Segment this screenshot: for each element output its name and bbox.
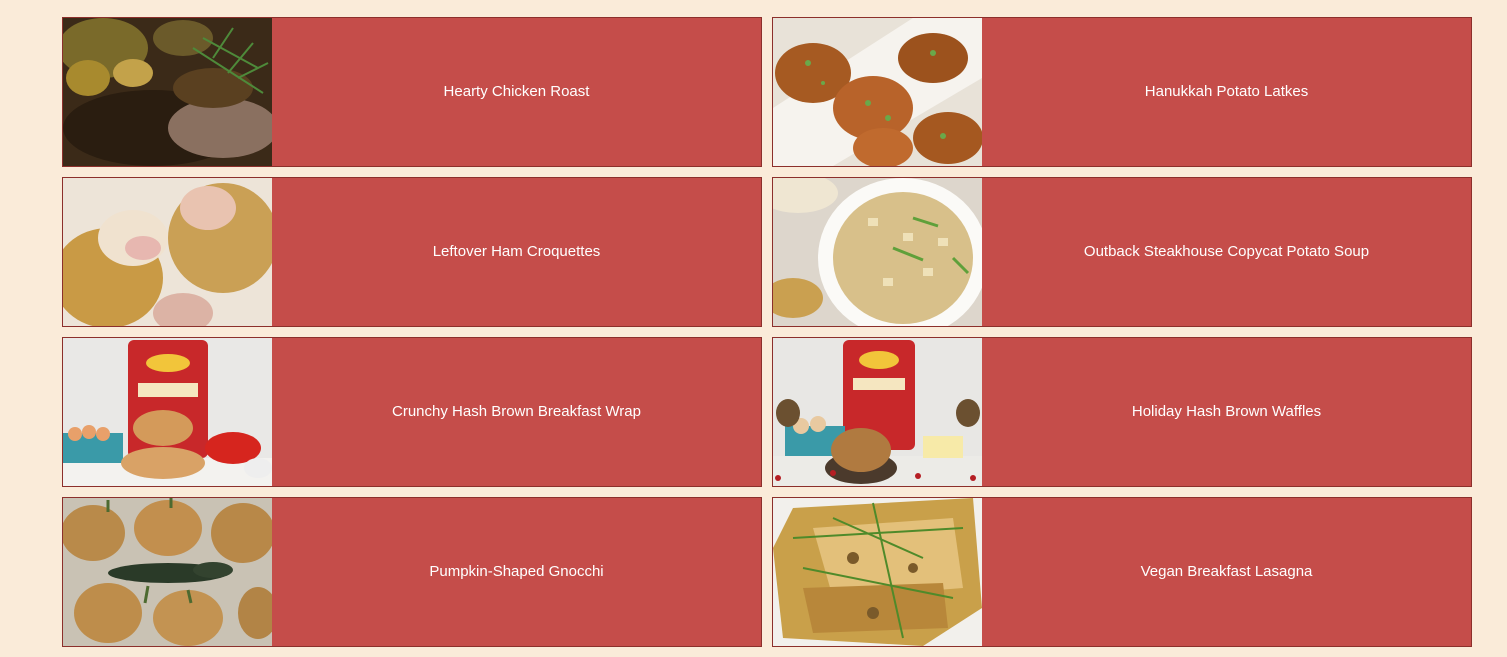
recipe-card-outback-potato-soup[interactable]: Outback Steakhouse Copycat Potato Soup (772, 177, 1472, 327)
recipe-title[interactable]: Outback Steakhouse Copycat Potato Soup (982, 178, 1471, 326)
recipe-grid: Hearty Chicken Roast Hanukkah Potato Lat… (62, 17, 1472, 647)
recipe-thumbnail[interactable] (773, 498, 982, 646)
recipe-title[interactable]: Hearty Chicken Roast (272, 18, 761, 166)
recipe-card-pumpkin-shaped-gnocchi[interactable]: Pumpkin-Shaped Gnocchi (62, 497, 762, 647)
recipe-card-vegan-breakfast-lasagna[interactable]: Vegan Breakfast Lasagna (772, 497, 1472, 647)
recipe-title[interactable]: Vegan Breakfast Lasagna (982, 498, 1471, 646)
recipe-title[interactable]: Crunchy Hash Brown Breakfast Wrap (272, 338, 761, 486)
recipe-thumbnail[interactable] (773, 338, 982, 486)
recipe-thumbnail[interactable] (63, 338, 272, 486)
recipe-title[interactable]: Leftover Ham Croquettes (272, 178, 761, 326)
recipe-card-leftover-ham-croquettes[interactable]: Leftover Ham Croquettes (62, 177, 762, 327)
recipe-card-hearty-chicken-roast[interactable]: Hearty Chicken Roast (62, 17, 762, 167)
recipe-thumbnail[interactable] (773, 18, 982, 166)
recipe-card-hash-brown-breakfast-wrap[interactable]: Crunchy Hash Brown Breakfast Wrap (62, 337, 762, 487)
recipe-thumbnail[interactable] (63, 18, 272, 166)
recipe-title[interactable]: Holiday Hash Brown Waffles (982, 338, 1471, 486)
recipe-title[interactable]: Hanukkah Potato Latkes (982, 18, 1471, 166)
recipe-thumbnail[interactable] (63, 498, 272, 646)
recipe-thumbnail[interactable] (773, 178, 982, 326)
recipe-card-hanukkah-potato-latkes[interactable]: Hanukkah Potato Latkes (772, 17, 1472, 167)
recipe-thumbnail[interactable] (63, 178, 272, 326)
recipe-card-holiday-hash-brown-waffles[interactable]: Holiday Hash Brown Waffles (772, 337, 1472, 487)
recipe-title[interactable]: Pumpkin-Shaped Gnocchi (272, 498, 761, 646)
